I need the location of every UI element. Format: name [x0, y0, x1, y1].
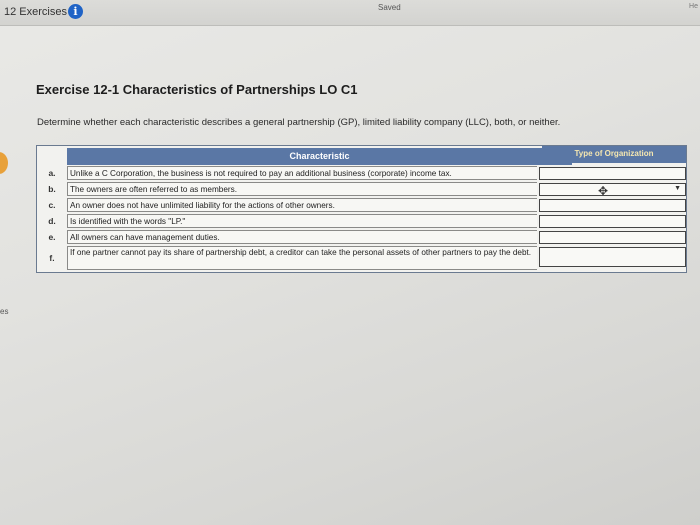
header-type-of-organization: Type of Organization [542, 146, 686, 163]
row-letter: f. [49, 253, 55, 263]
organization-select-e[interactable] [539, 231, 686, 244]
row-letter: e. [48, 232, 56, 242]
table-row: e. All owners can have management duties… [37, 230, 686, 244]
header-characteristic: Characteristic [67, 148, 572, 165]
move-cursor-icon: ✥ [598, 184, 609, 198]
row-letter: b. [48, 184, 56, 194]
row-characteristic: All owners can have management duties. [67, 230, 537, 244]
organization-select-a[interactable] [539, 167, 686, 180]
help-link-fragment[interactable]: He [689, 3, 698, 10]
side-label-fragment: es [0, 307, 9, 316]
table-row: c. An owner does not have unlimited liab… [37, 198, 686, 212]
table-row: a. Unlike a C Corporation, the business … [37, 166, 686, 180]
organization-select-b[interactable]: ✥ ▼ [539, 183, 686, 198]
organization-select-d[interactable] [539, 215, 686, 228]
top-bar: 12 Exercises i Saved He [0, 0, 700, 26]
row-letter: c. [48, 200, 56, 210]
organization-select-c[interactable] [539, 199, 686, 212]
saved-status: Saved [378, 3, 401, 12]
row-characteristic: Is identified with the words "LP." [67, 214, 537, 228]
chevron-down-icon[interactable]: ▼ [674, 185, 681, 192]
row-characteristic: Unlike a C Corporation, the business is … [67, 166, 537, 180]
row-characteristic: The owners are often referred to as memb… [67, 182, 537, 196]
assignment-title[interactable]: 12 Exercises [4, 6, 67, 18]
table-row: b. The owners are often referred to as m… [37, 182, 686, 198]
side-tab[interactable] [0, 152, 8, 174]
row-letter: d. [48, 216, 56, 226]
table-row: d. Is identified with the words "LP." [37, 214, 686, 228]
row-characteristic: If one partner cannot pay its share of p… [67, 246, 537, 270]
organization-select-f[interactable] [539, 247, 686, 267]
characteristics-table: Characteristic Type of Organization a. U… [36, 145, 687, 273]
row-letter: a. [48, 168, 56, 178]
exercise-title: Exercise 12-1 Characteristics of Partner… [36, 82, 358, 97]
exercise-prompt: Determine whether each characteristic de… [37, 117, 561, 128]
row-characteristic: An owner does not have unlimited liabili… [67, 198, 537, 212]
table-row: f. If one partner cannot pay its share o… [37, 246, 686, 270]
info-icon[interactable]: i [68, 4, 83, 19]
